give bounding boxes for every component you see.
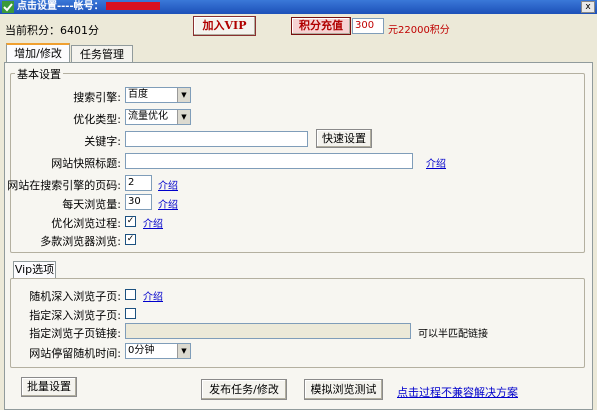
chevron-down-icon: ▼ xyxy=(177,88,190,102)
optimize-type-select[interactable]: 流量优化 ▼ xyxy=(125,109,191,125)
join-vip-button[interactable]: 加入VIP xyxy=(193,16,256,36)
page-number-input[interactable]: 2 xyxy=(125,175,152,191)
search-engine-select[interactable]: 百度 ▼ xyxy=(125,87,191,103)
tab-add-edit[interactable]: 增加/修改 xyxy=(6,43,70,63)
close-button[interactable]: x xyxy=(581,1,595,13)
daily-views-label: 每天浏览量: xyxy=(62,198,121,211)
tab-task-management[interactable]: 任务管理 xyxy=(71,45,133,63)
app-icon xyxy=(2,1,14,13)
page-number-label: 网站在搜索引擎的页码: xyxy=(7,179,121,192)
snapshot-intro-link[interactable]: 介绍 xyxy=(426,155,446,170)
search-engine-value: 百度 xyxy=(128,89,148,100)
publish-task-button[interactable]: 发布任务/修改 xyxy=(201,379,287,400)
quick-setup-button[interactable]: 快速设置 xyxy=(316,129,372,148)
batch-settings-button[interactable]: 批量设置 xyxy=(21,377,77,397)
subpage-link-label: 指定浏览子页链接: xyxy=(29,327,121,340)
basic-settings-legend: 基本设置 xyxy=(15,66,63,82)
tab-vip-options[interactable]: Vip选项 xyxy=(13,261,56,279)
random-depth-label: 随机深入浏览子页: xyxy=(29,290,121,303)
multi-browser-label: 多款浏览器浏览: xyxy=(40,235,121,248)
keyword-label: 关键字: xyxy=(84,135,121,148)
page-number-intro-link[interactable]: 介绍 xyxy=(158,177,178,192)
specify-depth-checkbox[interactable] xyxy=(125,308,136,319)
close-icon: x xyxy=(585,2,591,12)
search-engine-label: 搜索引擎: xyxy=(73,91,121,104)
recharge-button[interactable]: 积分充值 xyxy=(291,17,351,35)
snapshot-title-label: 网站快照标题: xyxy=(51,157,121,170)
snapshot-title-input[interactable] xyxy=(125,153,413,169)
recharge-amount-input[interactable]: 300 xyxy=(352,18,384,34)
stay-time-value: 0分钟 xyxy=(128,345,155,356)
optimize-browse-intro-link[interactable]: 介绍 xyxy=(143,215,163,230)
random-depth-intro-link[interactable]: 介绍 xyxy=(143,288,163,303)
optimize-type-value: 流量优化 xyxy=(128,111,168,122)
subpage-link-hint: 可以半匹配链接 xyxy=(418,329,488,340)
specify-depth-label: 指定深入浏览子页: xyxy=(29,309,121,322)
subpage-link-input[interactable] xyxy=(125,323,411,339)
stay-time-select[interactable]: 0分钟 ▼ xyxy=(125,343,191,359)
chevron-down-icon: ▼ xyxy=(177,344,190,358)
stay-time-label: 网站停留随机时间: xyxy=(29,347,121,360)
optimize-browse-checkbox[interactable]: ✓ xyxy=(125,216,136,227)
incompat-solution-link[interactable]: 点击过程不兼容解决方案 xyxy=(397,384,518,400)
multi-browser-checkbox[interactable]: ✓ xyxy=(125,234,136,245)
daily-views-input[interactable]: 30 xyxy=(125,194,152,210)
title-bar: 点击设置----帐号： x xyxy=(0,0,597,14)
points-label: 当前积分：6401分 xyxy=(5,24,99,37)
keyword-input[interactable] xyxy=(125,131,308,147)
daily-views-intro-link[interactable]: 介绍 xyxy=(158,196,178,211)
optimize-browse-label: 优化浏览过程: xyxy=(51,217,121,230)
optimize-type-label: 优化类型: xyxy=(73,113,121,126)
window-title: 点击设置----帐号： xyxy=(17,0,160,14)
random-depth-checkbox[interactable] xyxy=(125,289,136,300)
simulate-browse-button[interactable]: 模拟浏览测试 xyxy=(304,379,383,400)
redacted-account xyxy=(105,2,160,10)
recharge-rate: 元22000积分 xyxy=(388,25,450,36)
chevron-down-icon: ▼ xyxy=(177,110,190,124)
